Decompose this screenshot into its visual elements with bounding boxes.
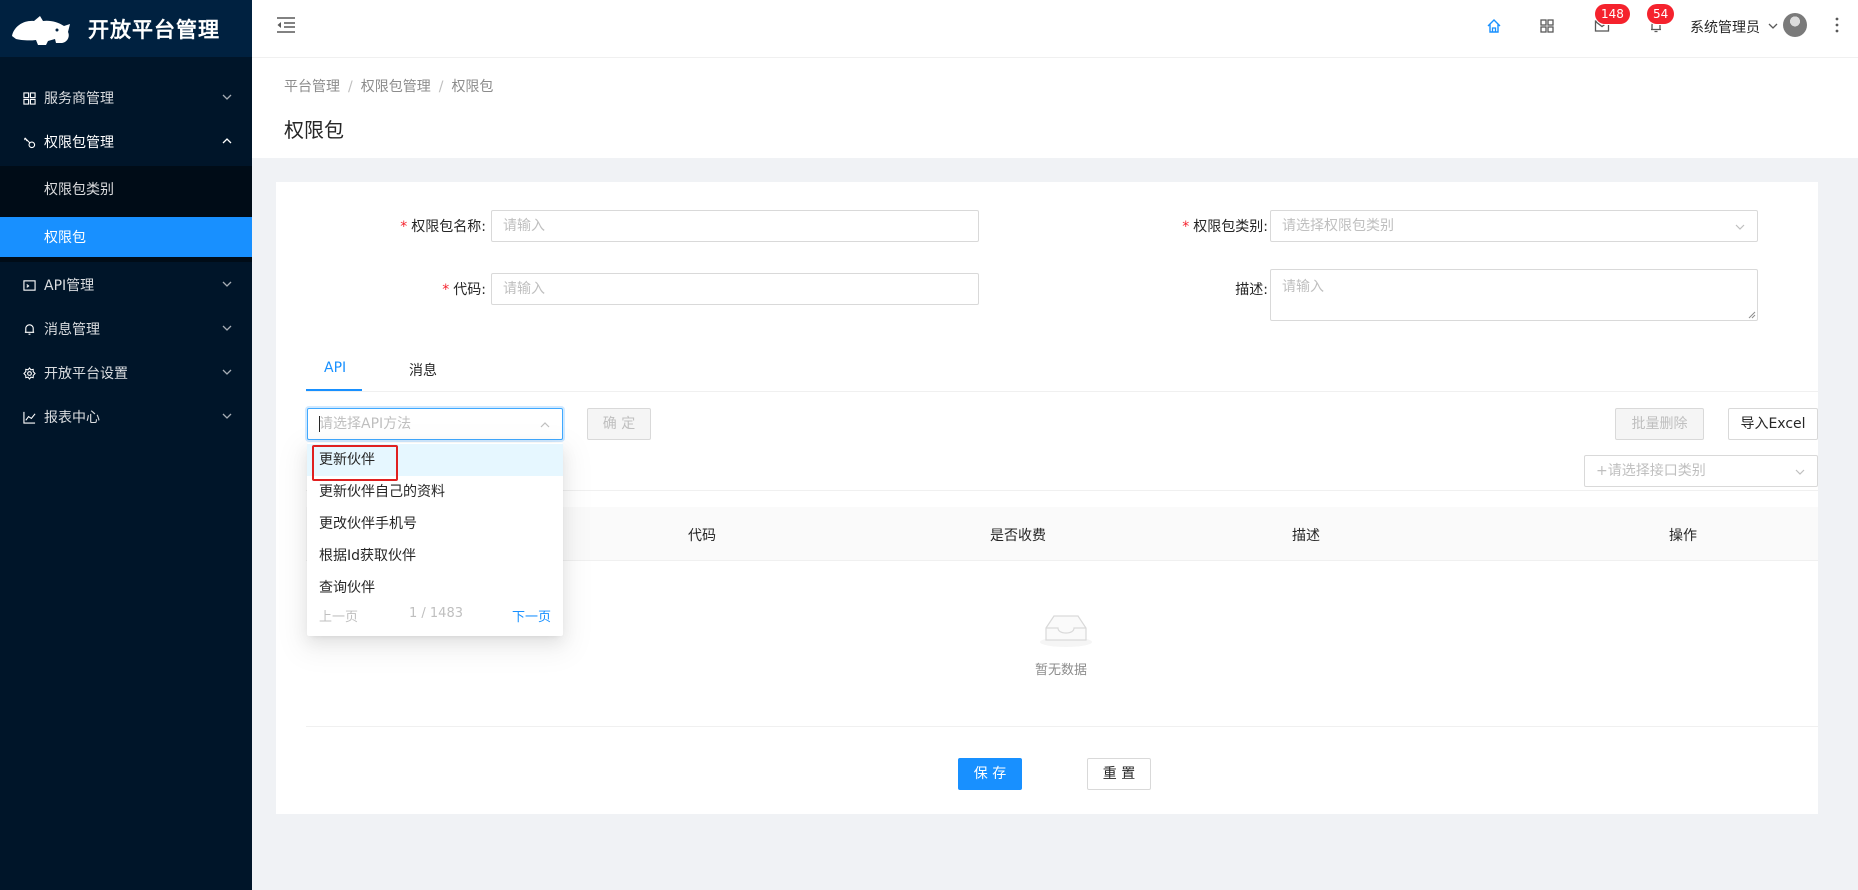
chevron-down-icon bbox=[222, 369, 232, 375]
code-label: * 代码: bbox=[442, 282, 486, 298]
sidebar: 开放平台管理 服务商管理 权限包管理 权限包类别 权限包 API管理 消息管理 bbox=[0, 0, 252, 890]
sidebar-item-label: API管理 bbox=[44, 278, 95, 294]
sidebar-item-label: 消息管理 bbox=[44, 322, 100, 338]
tab-api[interactable]: API bbox=[324, 360, 346, 376]
breadcrumb-separator: / bbox=[438, 79, 444, 95]
annotation-highlight-box bbox=[312, 445, 398, 481]
sidebar-subitem-package-category[interactable]: 权限包类别 bbox=[0, 169, 252, 209]
sidebar-item-platform-settings[interactable]: 开放平台设置 bbox=[0, 353, 252, 393]
gear-icon bbox=[22, 366, 36, 380]
confirm-button[interactable]: 确 定 bbox=[587, 408, 651, 440]
grid-icon bbox=[22, 91, 36, 105]
menu-fold-icon[interactable] bbox=[276, 16, 296, 34]
user-name[interactable]: 系统管理员 bbox=[1690, 17, 1760, 37]
chevron-down-icon bbox=[222, 281, 232, 287]
package-type-label: * 权限包类别: bbox=[1182, 219, 1268, 235]
tab-ink-bar bbox=[306, 389, 362, 391]
batch-delete-button[interactable]: 批量删除 bbox=[1615, 408, 1704, 440]
breadcrumb-item[interactable]: 权限包管理 bbox=[361, 79, 431, 95]
import-excel-button[interactable]: 导入Excel bbox=[1728, 408, 1818, 440]
breadcrumb-separator: / bbox=[348, 79, 353, 95]
bell-icon bbox=[22, 322, 36, 336]
interface-type-placeholder: +请选择接口类别 bbox=[1596, 463, 1706, 479]
sidebar-item-service-provider[interactable]: 服务商管理 bbox=[0, 78, 252, 118]
more-vertical-icon[interactable] bbox=[1835, 17, 1839, 33]
mail-count-badge: 148 bbox=[1595, 4, 1630, 24]
breadcrumb-current: 权限包 bbox=[451, 79, 494, 95]
empty-text: 暂无数据 bbox=[1035, 663, 1088, 678]
text-caret bbox=[319, 416, 320, 432]
next-page-button[interactable]: 下一页 bbox=[512, 606, 551, 625]
sidebar-item-message[interactable]: 消息管理 bbox=[0, 309, 252, 349]
chevron-down-icon bbox=[1795, 469, 1805, 475]
sidebar-item-label: 开放平台设置 bbox=[44, 366, 128, 382]
tab-message[interactable]: 消息 bbox=[409, 360, 437, 380]
sidebar-item-label: 权限包管理 bbox=[44, 135, 114, 151]
save-button[interactable]: 保 存 bbox=[958, 758, 1022, 790]
notification-count-badge: 54 bbox=[1647, 4, 1675, 24]
app-title: 开放平台管理 bbox=[88, 17, 220, 42]
table-divider bbox=[306, 726, 1818, 727]
dropdown-option[interactable]: 查询伙伴 bbox=[307, 572, 563, 604]
chevron-down-icon bbox=[222, 325, 232, 331]
breadcrumb-item[interactable]: 平台管理 bbox=[284, 79, 340, 95]
chevron-down-icon bbox=[222, 94, 232, 100]
description-placeholder: 请输入 bbox=[1282, 279, 1324, 295]
description-textarea[interactable]: 请输入 bbox=[1270, 269, 1758, 321]
reset-button[interactable]: 重 置 bbox=[1087, 758, 1151, 790]
sidebar-subitem-label: 权限包类别 bbox=[44, 182, 114, 198]
chevron-down-icon[interactable] bbox=[1768, 21, 1778, 31]
empty-inbox-icon bbox=[1040, 615, 1092, 647]
package-name-label: * 权限包名称: bbox=[400, 219, 486, 235]
sidebar-item-label: 报表中心 bbox=[44, 410, 100, 426]
chevron-up-icon bbox=[540, 422, 550, 428]
chevron-down-icon bbox=[1735, 224, 1745, 230]
sidebar-item-report-center[interactable]: 报表中心 bbox=[0, 397, 252, 437]
sidebar-item-permission-package[interactable]: 权限包管理 bbox=[0, 122, 252, 162]
apps-grid-icon[interactable] bbox=[1539, 18, 1555, 34]
page-header: 平台管理 / 权限包管理 / 权限包 权限包 bbox=[252, 58, 1858, 158]
page-indicator: 1 / 1483 bbox=[409, 606, 463, 621]
package-type-placeholder: 请选择权限包类别 bbox=[1282, 218, 1394, 234]
rhino-logo-icon bbox=[12, 15, 70, 45]
interface-type-select[interactable]: +请选择接口类别 bbox=[1584, 455, 1818, 487]
column-header-description: 描述 bbox=[1292, 528, 1320, 544]
sidebar-item-label: 服务商管理 bbox=[44, 91, 114, 107]
logo[interactable]: 开放平台管理 bbox=[0, 0, 252, 57]
dropdown-pager: 上一页 1 / 1483 下一页 bbox=[307, 606, 563, 630]
description-label: 描述: bbox=[1235, 282, 1268, 298]
key-icon bbox=[22, 135, 36, 149]
api-method-placeholder: 请选择API方法 bbox=[319, 416, 412, 432]
tabs-divider bbox=[306, 391, 1818, 392]
line-chart-icon bbox=[22, 410, 36, 424]
column-header-charged: 是否收费 bbox=[990, 528, 1046, 544]
column-header-code: 代码 bbox=[688, 528, 716, 544]
chevron-up-icon bbox=[222, 138, 232, 144]
breadcrumb: 平台管理 / 权限包管理 / 权限包 bbox=[284, 76, 493, 96]
package-type-select[interactable]: 请选择权限包类别 bbox=[1270, 210, 1758, 242]
prev-page-button[interactable]: 上一页 bbox=[319, 606, 358, 625]
package-name-input[interactable]: 请输入 bbox=[491, 210, 979, 242]
avatar[interactable] bbox=[1783, 13, 1807, 37]
sidebar-item-api[interactable]: API管理 bbox=[0, 265, 252, 305]
sidebar-subitem-label: 权限包 bbox=[44, 230, 86, 246]
code-input[interactable]: 请输入 bbox=[491, 273, 979, 305]
top-header: 148 54 系统管理员 bbox=[252, 0, 1858, 58]
chevron-down-icon bbox=[222, 413, 232, 419]
resize-handle-icon[interactable] bbox=[1748, 311, 1756, 319]
dropdown-option[interactable]: 更改伙伴手机号 bbox=[307, 508, 563, 540]
api-icon bbox=[22, 278, 36, 292]
column-header-actions: 操作 bbox=[1669, 528, 1697, 544]
dropdown-option[interactable]: 根据Id获取伙伴 bbox=[307, 540, 563, 572]
page-title: 权限包 bbox=[284, 118, 344, 142]
api-method-select[interactable]: 请选择API方法 bbox=[307, 408, 563, 440]
home-icon[interactable] bbox=[1486, 18, 1502, 34]
sidebar-subitem-package[interactable]: 权限包 bbox=[0, 217, 252, 257]
